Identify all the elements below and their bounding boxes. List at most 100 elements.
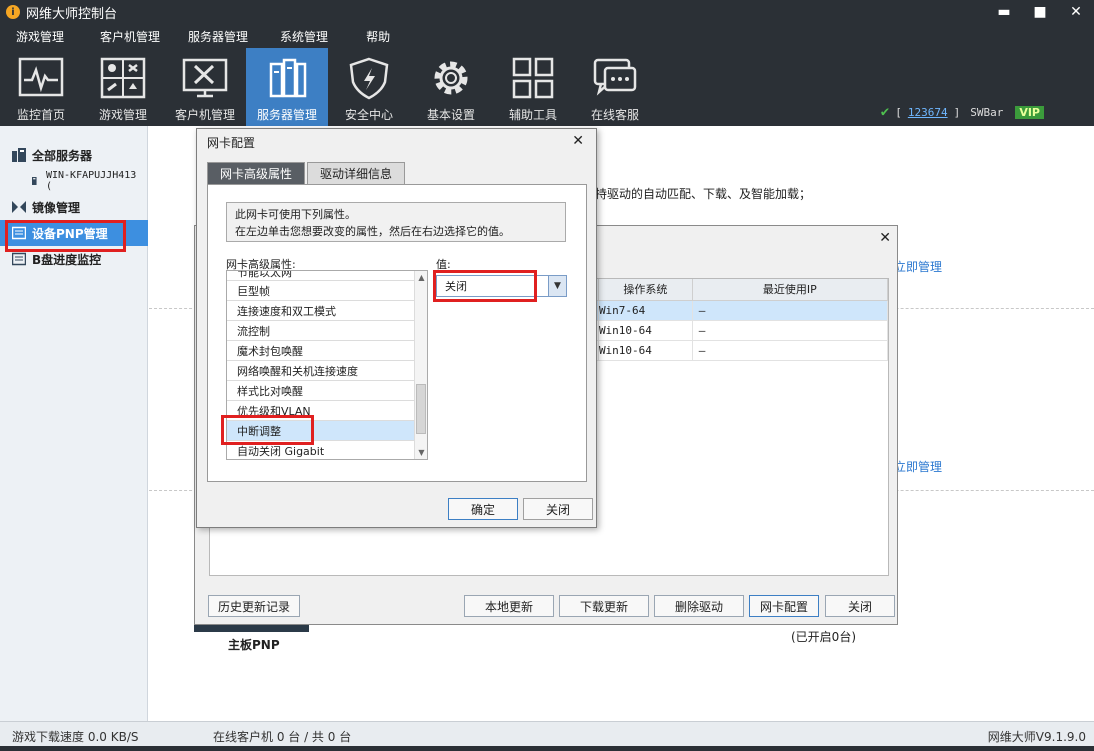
motherboard-pnp-label: 主板PNP [228,638,280,652]
grid-icon [512,57,554,99]
list-item[interactable]: 巨型帧 [227,281,415,301]
highlight-interrupt-item [221,415,314,445]
mirror-icon [12,201,26,213]
dialog-title: 网卡配置 [207,135,256,150]
toolbar-tools-label: 辅助工具 [508,108,557,122]
history-button[interactable]: 历史更新记录 [208,595,300,617]
server-icon [269,58,307,98]
window-controls: ▬ ■ ✕ [986,0,1094,24]
download-update-button[interactable]: 下载更新 [559,595,649,617]
main-toolbar: 监控首页 游戏管理 客户机管理 服务器管理 安全中心 基本设置 辅助工具 在线客… [0,48,1094,126]
row-ip: — [692,340,889,361]
driver-close-button[interactable]: 关闭 [825,595,895,617]
sidebar-item-label: B盘进度监控 [32,252,102,267]
sidebar-item-mirror[interactable]: 镜像管理 [0,194,148,220]
toolbar-settings[interactable]: 基本设置 [410,48,492,126]
tab-advanced-properties[interactable]: 网卡高级属性 [207,162,306,184]
account-status: ✔ [ 123674 ] SWBar VIP [881,104,1044,120]
menu-bar: 游戏管理 客户机管理 服务器管理 系统管理 帮助 [0,24,1094,48]
toolbar-server[interactable]: 服务器管理 [246,48,328,126]
highlight-sidebar-device-pnp [5,220,126,252]
local-update-button[interactable]: 本地更新 [464,595,554,617]
app-logo-icon: i [6,5,20,19]
scroll-up-icon[interactable]: ▲ [415,271,427,284]
list-item[interactable]: 流控制 [227,321,415,341]
check-icon: ✔ [880,104,890,120]
toolbar-server-label: 服务器管理 [256,108,317,122]
pnp-description: 持驱动的自动匹配、下载、及智能加载； [595,187,812,201]
delete-driver-button[interactable]: 删除驱动 [654,595,744,617]
column-header-ip[interactable]: 最近使用IP [692,279,889,301]
toolbar-monitor[interactable]: 监控首页 [0,48,82,126]
toolbar-support[interactable]: 在线客服 [574,48,656,126]
bracket-close: ] [953,105,961,119]
sidebar-item-label: 镜像管理 [32,200,81,215]
shield-icon [349,57,389,100]
row-os: Win10-64 [598,320,693,341]
computer-icon [32,177,37,185]
property-description: 此网卡可使用下列属性。 在左边单击您想要改变的属性，然后在右边选择它的值。 [226,202,566,242]
toolbar-security[interactable]: 安全中心 [328,48,410,126]
row-os: Win7-64 [598,300,693,321]
gear-icon [434,61,468,95]
column-header-os[interactable]: 操作系统 [598,279,693,301]
dialog-close-icon[interactable]: ✕ [572,133,584,149]
row-ip: — [692,300,889,321]
dialog-title-bar: 网卡配置 ✕ [197,129,596,155]
menu-server[interactable]: 服务器管理 [176,28,264,45]
sidebar-item-all-servers[interactable]: 全部服务器 [0,142,148,168]
sidebar-item-server-node[interactable]: WIN-KFAPUJJH413 ( [0,168,148,194]
close-button[interactable]: ✕ [1058,0,1094,24]
row-os: Win10-64 [598,340,693,361]
server-group-icon [12,148,26,162]
minimize-button[interactable]: ▬ [986,0,1022,24]
sidebar: 全部服务器 WIN-KFAPUJJH413 ( 镜像管理 设备PNP管理 B盘进… [0,126,148,721]
ok-button[interactable]: 确定 [448,498,518,520]
toolbar-monitor-label: 监控首页 [16,108,65,122]
toolbar-support-label: 在线客服 [590,108,639,122]
list-scrollbar[interactable]: ▲ ▼ [414,271,427,459]
toolbar-client[interactable]: 客户机管理 [164,48,246,126]
monitor-pulse-icon [18,57,64,97]
app-title: 网维大师控制台 [26,6,118,22]
list-item[interactable]: 魔术封包唤醒 [227,341,415,361]
scroll-thumb[interactable] [416,384,426,434]
list-item[interactable]: 样式比对唤醒 [227,381,415,401]
list-item[interactable]: 网络唤醒和关机连接速度 [227,361,415,381]
menu-client[interactable]: 客户机管理 [80,28,176,45]
toolbar-game-label: 游戏管理 [98,108,147,122]
chevron-down-icon[interactable]: ▼ [548,276,566,296]
nic-config-button[interactable]: 网卡配置 [749,595,819,617]
manage-now-link-1[interactable]: 立即管理 [894,258,942,275]
chat-icon [593,58,637,96]
scroll-down-icon[interactable]: ▼ [415,446,427,459]
description-line-1: 此网卡可使用下列属性。 [235,208,356,221]
toolbar-tools[interactable]: 辅助工具 [492,48,574,126]
cancel-button[interactable]: 关闭 [523,498,593,520]
brand-name: SWBar [970,105,1004,119]
maximize-button[interactable]: ■ [1022,0,1058,24]
menu-help[interactable]: 帮助 [344,28,406,45]
tab-driver-details[interactable]: 驱动详细信息 [307,162,406,184]
menu-system[interactable]: 系统管理 [264,28,344,45]
list-item[interactable]: 连接速度和双工模式 [227,301,415,321]
highlight-value-select [433,270,537,302]
toolbar-game[interactable]: 游戏管理 [82,48,164,126]
bracket-open: [ [895,105,902,119]
title-bar: i 网维大师控制台 ▬ ■ ✕ [0,0,1094,24]
dialog-tabs: 网卡高级属性 驱动详细信息 [207,162,406,184]
manage-now-link-2[interactable]: 立即管理 [894,458,942,475]
sidebar-item-label: WIN-KFAPUJJH413 ( [45,170,137,192]
user-id-link[interactable]: 123674 [908,106,948,119]
disk-icon [12,252,26,266]
dialog-close-icon[interactable]: ✕ [879,230,891,246]
toolbar-client-label: 客户机管理 [174,108,235,122]
description-line-2: 在左边单击您想要改变的属性，然后在右边选择它的值。 [235,225,510,238]
list-item[interactable]: 节能以太网 [227,271,415,281]
menu-game[interactable]: 游戏管理 [0,28,80,45]
enabled-count: (已开启0台) [791,630,856,644]
game-cards-icon [100,57,146,99]
client-tools-icon [182,58,228,98]
toolbar-settings-label: 基本设置 [426,108,475,122]
app-version: 网维大师V9.1.9.0 [987,730,1086,744]
